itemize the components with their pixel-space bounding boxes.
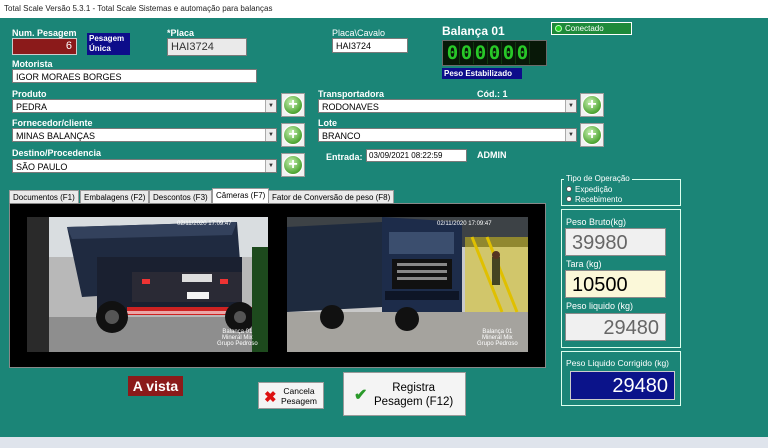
peso-estabilizado-badge: Peso Estabilizado <box>442 68 522 79</box>
lote-select[interactable]: BRANCO ▼ <box>318 128 577 142</box>
camera-1-image: 02/11/2020 17:09:47 Balança 01 Mineral M… <box>27 217 268 352</box>
camera-1-timestamp: 02/11/2020 17:09:47 <box>177 221 232 227</box>
tab-fator-conversao[interactable]: Fator de Conversão de peso (F8) <box>268 190 395 204</box>
plus-icon: + <box>283 95 303 115</box>
chevron-down-icon[interactable]: ▼ <box>265 160 276 172</box>
motorista-label: Motorista <box>12 59 53 69</box>
tab-descontos[interactable]: Descontos (F3) <box>149 190 212 204</box>
produto-value: PEDRA <box>16 102 48 112</box>
transportadora-select[interactable]: RODONAVES ▼ <box>318 99 577 113</box>
close-icon: ✖ <box>264 389 277 406</box>
peso-bruto-label: Peso Bruto(kg) <box>566 217 627 227</box>
weight-digit: 0 <box>460 42 474 64</box>
lote-label: Lote <box>318 118 337 128</box>
status-text: Conectado <box>565 24 604 33</box>
camera-2-timestamp: 02/11/2020 17:09:47 <box>437 221 492 227</box>
fornecedor-value: MINAS BALANÇAS <box>16 131 96 141</box>
placa-label: *Placa <box>167 28 195 38</box>
registra-pesagem-button[interactable]: ✔ Registra Pesagem (F12) <box>343 372 466 416</box>
add-produto-button[interactable]: + <box>281 93 305 117</box>
weight-digit: 0 <box>488 42 502 64</box>
cancela-pesagem-button[interactable]: ✖ Cancela Pesagem <box>258 382 324 409</box>
placa-cavalo-input[interactable]: HAI3724 <box>332 38 408 53</box>
tab-embalagens[interactable]: Embalagens (F2) <box>80 190 150 204</box>
status-led-icon <box>555 25 562 33</box>
destino-select[interactable]: SÃO PAULO ▼ <box>12 159 277 173</box>
radio-icon <box>566 196 572 202</box>
window-title: Total Scale Versão 5.3.1 - Total Scale S… <box>0 0 768 18</box>
radio-expedicao-label: Expedição <box>575 185 613 194</box>
fornecedor-select[interactable]: MINAS BALANÇAS ▼ <box>12 128 277 142</box>
connection-status: Conectado <box>551 22 632 35</box>
camera-2-overlay: Balança 01 Mineral Mix Grupo Pedroso <box>477 329 518 347</box>
chevron-down-icon[interactable]: ▼ <box>565 100 576 112</box>
camera-2-image: 02/11/2020 17:09:47 Balança 01 Mineral M… <box>287 217 528 352</box>
radio-expedicao[interactable]: Expedição <box>566 185 612 194</box>
radio-icon <box>566 186 572 192</box>
pesagem-label: Num. Pesagem <box>12 28 77 38</box>
camera-1-overlay: Balança 01 Mineral Mix Grupo Pedroso <box>217 329 258 347</box>
plus-icon: + <box>283 155 303 175</box>
lote-value: BRANCO <box>322 131 361 141</box>
add-fornecedor-button[interactable]: + <box>281 123 305 147</box>
transportadora-cod: Cód.: 1 <box>477 89 508 99</box>
tab-cameras[interactable]: Câmeras (F7) <box>212 188 270 204</box>
chevron-down-icon[interactable]: ▼ <box>565 129 576 141</box>
placa-input[interactable]: HAI3724 <box>167 38 247 56</box>
pesagem-unica-badge: Pesagem Única <box>87 33 130 55</box>
weight-digit: 0 <box>446 42 460 64</box>
plus-icon: + <box>283 125 303 145</box>
taskbar <box>0 437 768 448</box>
entrada-label: Entrada: <box>326 152 363 162</box>
transportadora-label: Transportadora <box>318 89 385 99</box>
produto-label: Produto <box>12 89 47 99</box>
tara-input[interactable]: 10500 <box>565 270 666 298</box>
plus-icon: + <box>582 125 602 145</box>
produto-select[interactable]: PEDRA ▼ <box>12 99 277 113</box>
chevron-down-icon[interactable]: ▼ <box>265 100 276 112</box>
radio-recebimento-label: Recebimento <box>575 195 623 204</box>
add-transportadora-button[interactable]: + <box>580 93 604 117</box>
radio-recebimento[interactable]: Recebimento <box>566 195 622 204</box>
pesagem-number-field: 6 <box>12 38 77 55</box>
peso-liquido-value: 29480 <box>565 313 666 341</box>
motorista-input[interactable]: IGOR MORAES BORGES <box>12 69 257 83</box>
peso-corrigido-value: 29480 <box>570 371 675 400</box>
cancela-label: Cancela Pesagem <box>281 386 317 406</box>
destino-label: Destino/Procedencia <box>12 148 102 158</box>
transportadora-value: RODONAVES <box>322 102 379 112</box>
peso-bruto-value: 39980 <box>565 228 666 256</box>
tara-label: Tara (kg) <box>566 259 602 269</box>
tab-documentos[interactable]: Documentos (F1) <box>9 190 79 204</box>
balanca-title: Balança 01 <box>442 24 505 38</box>
placa-cavalo-label: Placa\Cavalo <box>332 28 386 38</box>
weight-digit: 0 <box>502 42 516 64</box>
peso-corrigido-label: Peso Liquido Corrigido (kg) <box>566 358 669 368</box>
registra-label: Registra Pesagem (F12) <box>374 382 454 408</box>
operacao-title: Tipo de Operação <box>564 174 632 183</box>
entrada-datetime: 03/09/2021 08:22:59 <box>366 149 467 162</box>
fornecedor-label: Fornecedor/cliente <box>12 118 93 128</box>
user-label: ADMIN <box>477 150 507 160</box>
weight-display: 000000 <box>442 40 547 66</box>
weight-digit: 0 <box>516 42 530 64</box>
weight-digit: 0 <box>474 42 488 64</box>
chevron-down-icon[interactable]: ▼ <box>265 129 276 141</box>
plus-icon: + <box>582 95 602 115</box>
add-destino-button[interactable]: + <box>281 153 305 177</box>
peso-liquido-label: Peso liquido (kg) <box>566 301 634 311</box>
checkmark-icon: ✔ <box>354 387 368 404</box>
destino-value: SÃO PAULO <box>16 162 68 172</box>
add-lote-button[interactable]: + <box>580 123 604 147</box>
payment-type-label: A vista <box>128 376 183 396</box>
